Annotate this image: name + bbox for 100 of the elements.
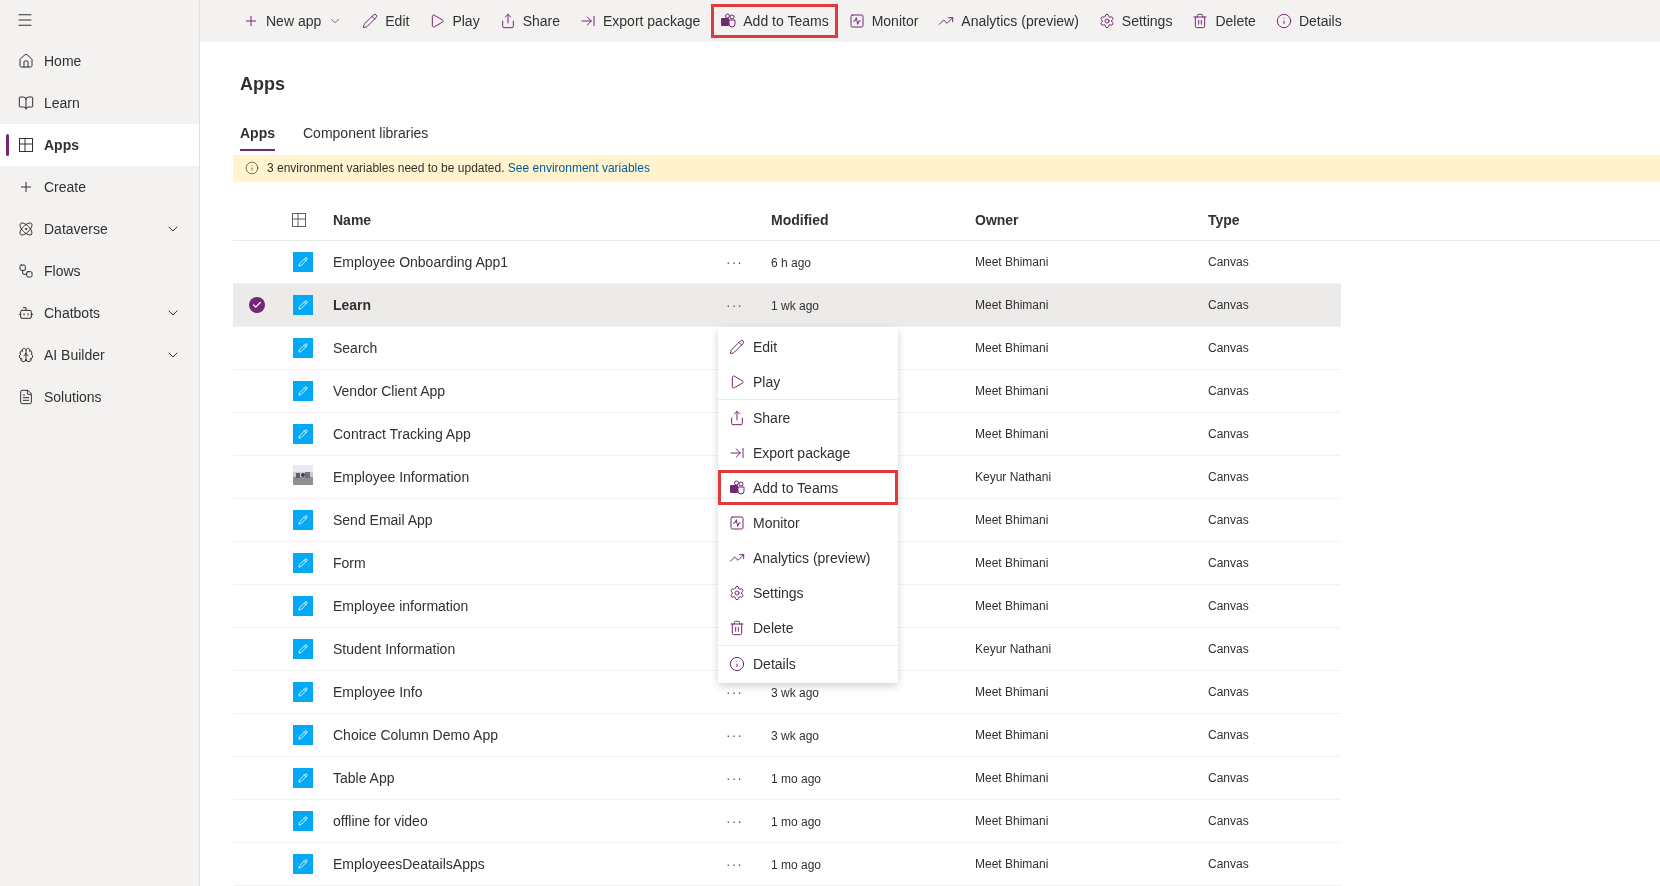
sidebar-item[interactable]: Learn [0,82,199,124]
toolbar-button[interactable]: Share [490,4,569,38]
toolbar-button[interactable]: New app [234,4,352,38]
menu-item[interactable]: Details [718,646,898,681]
sidebar-item[interactable]: Flows [0,250,199,292]
sidebar-item[interactable]: Chatbots [0,292,199,334]
menu-item[interactable]: Delete [718,610,898,645]
toolbar-button[interactable]: Delete [1183,4,1265,38]
column-header[interactable]: Name [333,212,726,229]
app-type: Canvas [1208,556,1250,570]
menu-item[interactable]: Export package [718,435,898,470]
app-icon [293,596,313,616]
sidebar-item[interactable]: Create [0,166,199,208]
app-icon [293,510,313,530]
more-options-button[interactable]: ··· [726,727,750,743]
app-type: Canvas [1208,427,1250,441]
sidebar-item[interactable]: Apps [0,124,199,166]
toolbar-button[interactable]: Edit [353,4,419,38]
toolbar-button[interactable]: Play [420,4,489,38]
column-header[interactable]: Owner [975,212,1208,229]
app-name[interactable]: Employee Info [333,684,726,700]
toolbar-button[interactable]: Analytics (preview) [929,4,1088,38]
app-icon [293,381,313,401]
app-icon [293,553,313,573]
app-type: Canvas [1208,599,1250,613]
owner-name: Meet Bhimani [975,384,1050,398]
app-type: Canvas [1208,771,1250,785]
menu-item[interactable]: Settings [718,575,898,610]
tab[interactable]: Apps [240,121,275,151]
apps-grid-icon [18,137,34,153]
sidebar-item[interactable]: AI Builder [0,334,199,376]
plus-icon [243,13,259,29]
sidebar-item[interactable]: Home [0,40,199,82]
menu-item[interactable]: Monitor [718,505,898,540]
more-options-button[interactable]: ··· [726,297,750,313]
column-header[interactable]: Type [1208,212,1341,229]
app-name[interactable]: Employee Onboarding App1 [333,254,726,270]
owner-name: Meet Bhimani [975,771,1050,785]
environment-variables-link[interactable]: See environment variables [507,161,650,176]
owner-name: Meet Bhimani [975,685,1050,699]
toolbar-button[interactable]: Add to Teams [711,4,838,38]
trash-icon [729,619,745,636]
more-options-button[interactable]: ··· [726,254,750,270]
teams-icon [729,479,745,496]
app-name[interactable]: Table App [333,770,726,786]
plus-icon [18,179,34,195]
edit-icon [729,338,745,355]
app-type: Canvas [1208,814,1250,828]
sidebar-item[interactable]: Solutions [0,376,199,418]
app-type: Canvas [1208,384,1250,398]
page-title: Apps [240,74,286,95]
sidebar-item[interactable]: Dataverse [0,208,199,250]
menu-item[interactable]: Share [718,400,898,435]
app-icon [293,424,313,444]
owner-name: Meet Bhimani [975,556,1050,570]
app-icon [293,768,313,788]
info-icon [729,655,745,672]
more-options-button[interactable]: ··· [726,856,750,872]
arrow-to-line-icon [580,13,596,29]
modified-time: 1 mo ago [771,772,822,786]
toolbar-button[interactable]: Settings [1089,4,1182,38]
app-name[interactable]: EmployeesDeatailsApps [333,856,726,872]
menu-item[interactable]: Analytics (preview) [718,540,898,575]
owner-name: Meet Bhimani [975,255,1050,269]
settings-icon [1098,13,1115,29]
column-header[interactable]: Modified [771,212,975,229]
app-name[interactable]: Choice Column Demo App [333,727,726,743]
bot-icon [18,305,34,321]
edit-icon [362,13,379,29]
modified-time: 3 wk ago [771,729,820,743]
more-options-button[interactable]: ··· [726,684,750,700]
info-icon [245,161,259,176]
toolbar-button[interactable]: Export package [571,4,710,38]
app-icon [293,338,313,358]
owner-name: Meet Bhimani [975,857,1050,871]
share-icon [729,409,745,426]
app-icon [293,295,313,315]
owner-name: Meet Bhimani [975,814,1050,828]
teams-icon [720,13,737,29]
menu-icon[interactable] [16,11,34,29]
tab[interactable]: Component libraries [303,121,429,151]
toolbar-button[interactable]: Monitor [839,4,928,38]
app-icon [293,725,313,745]
menu-item[interactable]: Add to Teams [718,470,898,505]
menu-item[interactable]: Edit [718,329,898,364]
app-type: Canvas [1208,857,1250,871]
app-icon [293,252,313,272]
more-options-button[interactable]: ··· [726,770,750,786]
toolbar-button[interactable]: Details [1266,4,1351,38]
app-name[interactable]: Learn [333,297,726,313]
atom-icon [18,221,34,237]
app-name[interactable]: offline for video [333,813,726,829]
menu-item[interactable]: Play [718,364,898,399]
trash-icon [1192,13,1209,29]
row-checkmark-icon[interactable] [249,297,265,313]
pulse-chart-icon [848,13,865,29]
column-options-icon[interactable] [291,212,307,229]
more-options-button[interactable]: ··· [726,813,750,829]
app-type: Canvas [1208,298,1250,312]
owner-name: Keyur Nathani [975,470,1053,484]
